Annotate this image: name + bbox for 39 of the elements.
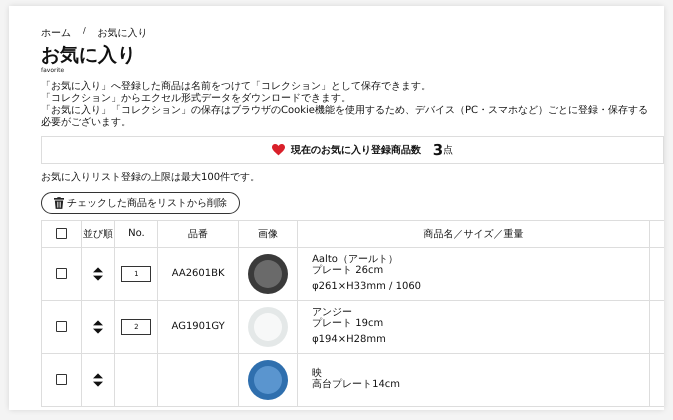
limit-note: お気に入りリスト登録の上限は最大100件です。 [41,170,262,184]
product-name: 高台プレート14cm [312,380,402,390]
favorite-count: 3 [432,140,444,159]
product-name: プレート 26cm [312,266,384,276]
product-spec: φ261×H33mm / 1060 [312,282,422,293]
column-header: No. [114,220,158,248]
column-header: 商品名／サイズ／重量 [298,220,650,248]
intro-text: 「コレクション」からエクセル形式データをダウンロードできます。 [41,92,352,104]
sort-arrows-icon[interactable] [93,372,104,387]
product-name: 映 [312,369,323,380]
intro-text: 「お気に入り」へ登録した商品は名前をつけて「コレクション」として保存できます。 [41,80,432,92]
delete-checked-button[interactable]: チェックした商品をリストから削除 [41,192,240,214]
breadcrumb-link[interactable]: ホーム [41,26,71,40]
column-header: 品番 [158,220,238,248]
column-header: 画像 [238,220,298,248]
product-code: AA2601BK [172,268,225,280]
plate-drawing [248,306,288,347]
sort-arrows-icon[interactable] [93,320,104,334]
product-name: プレート 19cm [312,318,384,330]
plate-drawing [248,254,288,294]
plate-drawing [248,360,288,400]
intro-text: 「お気に入り」「コレクション」の保存はブラウザのCookie機能を使用するため、デバイス（PC・スマホなど）ごとに登録・保存する必要がございます。 [41,104,649,129]
select-all-checkbox[interactable] [56,228,68,240]
breadcrumb-current-page: お気に入り [98,26,148,40]
heart-icon [272,144,285,156]
summary-label: 現在のお気に入り登録商品数 [290,143,421,157]
column-header: 並び順 [82,220,115,248]
sort-arrows-icon[interactable] [93,266,104,281]
product-name: アンジー [312,308,354,318]
trash-icon [54,196,64,209]
row-checkbox[interactable] [56,321,68,332]
breadcrumb-separator: / [83,26,86,37]
product-name: Aalto（アールト） [312,255,399,266]
row-checkbox[interactable] [56,268,68,280]
product-code: AG1901GY [172,321,225,332]
count-unit: 点 [443,144,454,157]
product-spec: φ194×H28mm [312,335,387,346]
row-checkbox[interactable] [56,374,68,386]
page-title: お気に入り [41,44,137,67]
